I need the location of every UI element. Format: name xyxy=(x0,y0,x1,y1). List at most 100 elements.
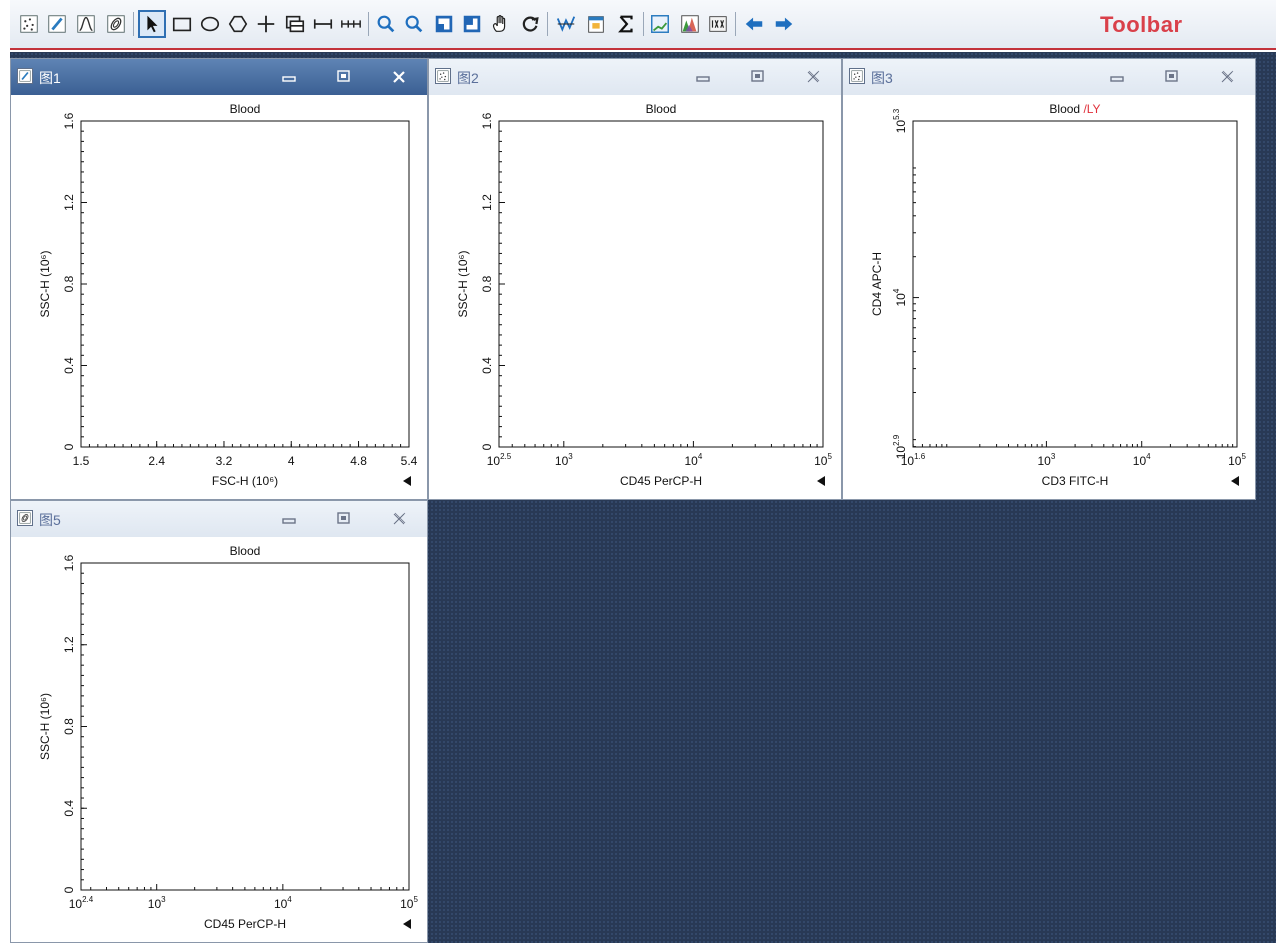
quadrant-gate-button[interactable] xyxy=(252,10,280,38)
toolbar-separator xyxy=(643,12,644,36)
window-titlebar[interactable]: 图1 xyxy=(11,59,427,95)
x-tick-label: 103 xyxy=(1038,452,1056,468)
x-tick-label: 5.4 xyxy=(401,454,418,468)
toolbar-separator xyxy=(547,12,548,36)
plot-window-5[interactable]: 图5 Blood 102.4 103 104 105 0 0.4 0.8 1.2 1.6 CD45 P… xyxy=(10,500,428,943)
x-tick-label: 2.4 xyxy=(148,454,165,468)
pointer-tool-button[interactable] xyxy=(138,10,166,38)
restore-button[interactable] xyxy=(334,67,354,85)
zoom-in-button[interactable] xyxy=(372,10,400,38)
window-titlebar[interactable]: 图3 xyxy=(843,59,1255,95)
window-titlebar[interactable]: 图2 xyxy=(429,59,841,95)
window-title: 图2 xyxy=(457,70,479,86)
interval-gate-button[interactable] xyxy=(309,10,337,38)
x-tick-label: 104 xyxy=(274,895,292,911)
multi-histogram-icon xyxy=(681,15,699,33)
multi-interval-icon xyxy=(341,20,361,28)
restore-button[interactable] xyxy=(748,67,768,85)
y-tick-label: 0 xyxy=(62,443,76,450)
restore-button[interactable] xyxy=(1162,67,1182,85)
plot-area[interactable]: Blood 1.5 2.4 3.2 4 4.8 5.4 0 0.4 0.8 1.2 1.6 FSC-H … xyxy=(11,95,427,499)
multi-interval-gate-button[interactable] xyxy=(337,10,365,38)
window-titlebar[interactable]: 图5 xyxy=(11,501,427,537)
report-button[interactable] xyxy=(582,10,610,38)
window-title: 图5 xyxy=(39,512,61,528)
minimize-button[interactable] xyxy=(1107,67,1127,85)
report-icon xyxy=(588,16,604,33)
close-button[interactable] xyxy=(389,67,409,85)
plot-area[interactable]: Blood /LY 101.6 103 104 105 102.9 104 105.3 CD3 … xyxy=(843,95,1255,499)
close-icon xyxy=(393,512,406,525)
maximize-view-button[interactable] xyxy=(458,10,486,38)
scatter-plot[interactable]: Blood /LY101.6 103 104 105102.9104105.3CD3 … xyxy=(843,95,1256,500)
pan-button[interactable] xyxy=(486,10,514,38)
statistics-button[interactable] xyxy=(612,10,640,38)
polygon-icon xyxy=(228,15,248,33)
forward-button[interactable] xyxy=(770,10,798,38)
y-axis-label[interactable]: SSC-H (10⁶) xyxy=(38,251,52,318)
x-axis-label[interactable]: FSC-H (10⁶) xyxy=(212,474,278,488)
density-plot-icon xyxy=(19,70,31,82)
zoom-out-button[interactable] xyxy=(400,10,428,38)
x-tick-label: 3.2 xyxy=(216,454,233,468)
window-title: 图1 xyxy=(39,70,61,86)
close-button[interactable] xyxy=(389,509,409,527)
plot-window-1[interactable]: 图1 Blood 1.5 2.4 3.2 4 4.8 5.4 0 0.4 0.8 1.2 1.6 FSC-… xyxy=(10,58,428,500)
restore-view-button[interactable] xyxy=(430,10,458,38)
x-axis-label[interactable]: CD45 PerCP-H xyxy=(620,474,702,488)
scatter-plot[interactable]: Blood 1.5 2.4 3.2 4 4.8 5.4 0 0.4 0.8 1.2 1.6 FSC-H … xyxy=(11,95,428,500)
batch-button[interactable] xyxy=(704,10,732,38)
scatter-plot[interactable]: Blood 102.5 103 104 105 0 0.4 0.8 1.2 1.6 CD45 Per… xyxy=(429,95,842,500)
density-plot-tool-button[interactable] xyxy=(43,10,71,38)
axis-menu-arrow-icon[interactable] xyxy=(817,476,825,486)
x-axis-label[interactable]: CD45 PerCP-H xyxy=(204,917,286,931)
y-tick-label: 0.8 xyxy=(62,275,76,292)
y-tick-label: 1.2 xyxy=(62,636,76,653)
minimize-icon xyxy=(282,76,296,82)
y-tick-label: 0.4 xyxy=(62,800,76,817)
x-tick-label: 103 xyxy=(148,895,166,911)
ellipse-gate-button[interactable] xyxy=(196,10,224,38)
rectangle-gate-button[interactable] xyxy=(168,10,196,38)
axis-menu-arrow-icon[interactable] xyxy=(403,476,411,486)
minimize-button[interactable] xyxy=(279,67,299,85)
multi-histogram-button[interactable] xyxy=(676,10,704,38)
plot-area[interactable]: Blood 102.5 103 104 105 0 0.4 0.8 1.2 1.6 CD45 Per… xyxy=(429,95,841,499)
batch-icon xyxy=(709,16,727,32)
zoom-out-icon xyxy=(405,15,423,33)
restore-button[interactable] xyxy=(334,509,354,527)
plot-window-2[interactable]: 图2 Blood 102.5 103 104 105 0 0.4 0.8 1.2 1.6 CD45 P… xyxy=(428,58,842,500)
axis-menu-arrow-icon[interactable] xyxy=(1231,476,1239,486)
y-tick-label: 1.2 xyxy=(480,194,494,211)
minimize-button[interactable] xyxy=(279,509,299,527)
back-button[interactable] xyxy=(740,10,768,38)
dot-plot-tool-button[interactable] xyxy=(15,10,43,38)
contour-plot-tool-button[interactable] xyxy=(102,10,130,38)
plot-area[interactable]: Blood 102.4 103 104 105 0 0.4 0.8 1.2 1.6 CD45 Per… xyxy=(11,537,427,942)
close-button[interactable] xyxy=(1217,67,1237,85)
compensation-button[interactable] xyxy=(552,10,580,38)
sigma-icon xyxy=(618,15,633,33)
close-button[interactable] xyxy=(803,67,823,85)
window-title: 图3 xyxy=(871,70,893,86)
rectangle-icon xyxy=(172,17,192,32)
y-tick-label: 104 xyxy=(892,288,908,306)
toolbar: Toolbar xyxy=(10,0,1276,50)
chart-icon xyxy=(651,15,669,33)
zoom-in-icon xyxy=(377,15,395,33)
plot-window-3[interactable]: 图3 Blood /LY 101.6 103 104 105 102.9 104 105.3 CD… xyxy=(842,58,1256,500)
minimize-button[interactable] xyxy=(693,67,713,85)
histogram-tool-button[interactable] xyxy=(72,10,100,38)
scatter-plot[interactable]: Blood 102.4 103 104 105 0 0.4 0.8 1.2 1.6 CD45 Per… xyxy=(11,537,428,943)
contour-plot-icon xyxy=(107,15,125,33)
x-axis-label[interactable]: CD3 FITC-H xyxy=(1042,474,1109,488)
y-axis-label[interactable]: SSC-H (10⁶) xyxy=(456,251,470,318)
y-axis-label[interactable]: SSC-H (10⁶) xyxy=(38,693,52,760)
y-axis-label[interactable]: CD4 APC-H xyxy=(870,252,884,316)
polygon-gate-button[interactable] xyxy=(224,10,252,38)
chart-button[interactable] xyxy=(646,10,674,38)
x-tick-label: 104 xyxy=(684,452,702,468)
axis-menu-arrow-icon[interactable] xyxy=(403,919,411,929)
refresh-button[interactable] xyxy=(516,10,544,38)
overlay-button[interactable] xyxy=(281,10,309,38)
